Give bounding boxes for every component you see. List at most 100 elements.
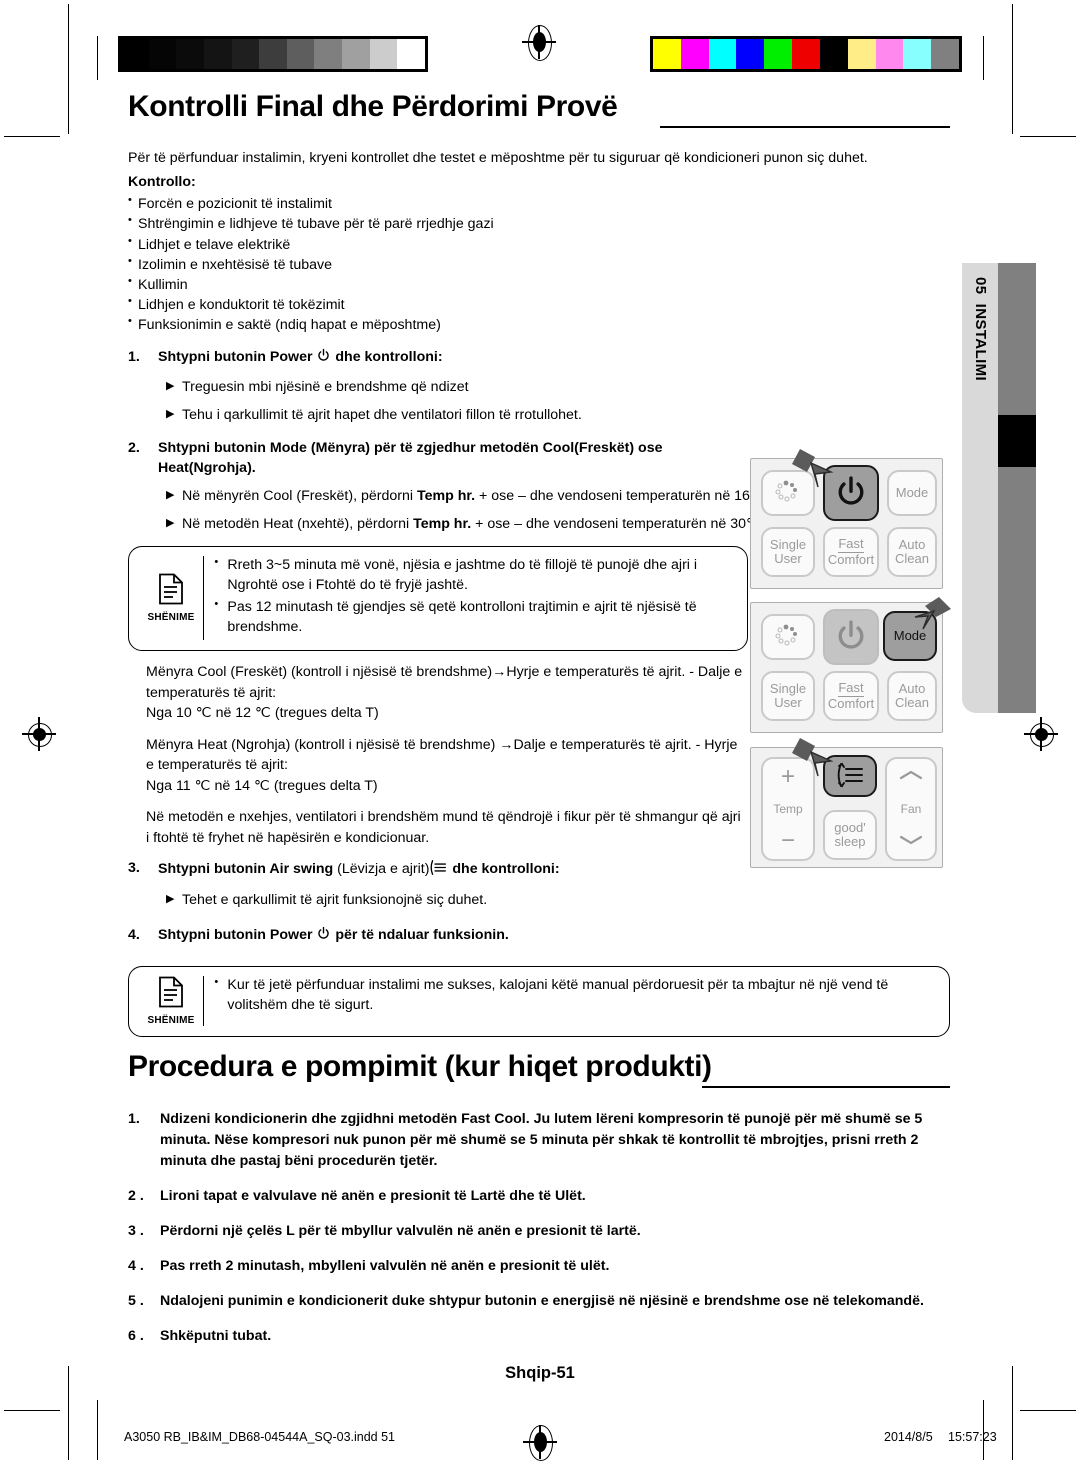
step-2-text-before: Shtypni butonin [158, 439, 270, 456]
note-box-1: SHËNIME Rreth 3~5 minuta më vonë, njësia… [128, 546, 748, 651]
step-3-bullet-1: ▶ Tehet e qarkullimit të ajrit funksiono… [128, 891, 918, 911]
step-2-bullet-1-c: + ose – dhe vendoseni temperaturën në 16… [475, 487, 774, 504]
good-sleep-label-line1: good' [834, 820, 866, 836]
fast-comfort-label-line1: Fast [838, 680, 864, 697]
checklist-item: Izolimin e nxehtësisë të tubave [128, 254, 918, 275]
crop-mark-footer-left-outer [68, 1366, 69, 1460]
step-2-bullet-1-text: Në mënyrën Cool (Freskët), përdorni Temp… [182, 487, 846, 507]
note-document-icon [158, 573, 184, 610]
procedure-step-text: Ndalojeni punimin e kondicionerit duke s… [160, 1293, 924, 1310]
crop-mark-footer-left-inner [97, 1400, 98, 1460]
heading-rule [660, 125, 950, 128]
checklist: Forcën e pozicionit të instalimitShtrëng… [128, 193, 918, 335]
step-2-bullet-1: ▶ Në mënyrën Cool (Freskët), përdorni Te… [128, 487, 846, 507]
triangle-bullet-icon: ▶ [166, 380, 175, 393]
single-user-label-line2: User [774, 695, 802, 710]
step-4-bold-word: Power [269, 927, 313, 944]
mode-button[interactable]: Mode [887, 470, 937, 516]
print-calibration-header [0, 0, 1080, 137]
auto-clean-button[interactable]: Auto Clean [887, 671, 937, 721]
checklist-item: Forcën e pozicionit të instalimit [128, 193, 918, 214]
procedure-step-number: 4 . [128, 1258, 144, 1275]
step-1-text-after: dhe kontrolloni: [331, 349, 443, 366]
note-label: SHËNIME [147, 1015, 195, 1027]
section1-check-heading: Kontrollo: [128, 173, 196, 190]
procedure-step-text: Pas rreth 2 minutash, mbylleni valvulën … [160, 1258, 610, 1275]
pointer-cursor-icon [901, 595, 951, 635]
step-2-bullet-2-c: + ose – dhe vendoseni temperaturën në 30… [471, 515, 766, 532]
step-1-number: 1. [128, 349, 140, 366]
color-swatch-1 [680, 39, 709, 69]
panel-air-swing: + Temp − good' sleep Fan [750, 738, 943, 868]
color-swatch-10 [931, 39, 959, 69]
air-swing-icon [429, 859, 448, 883]
procedure-step-text: Ndizeni kondicionerin dhe zgjidhni metod… [160, 1111, 923, 1170]
single-user-label-line2: User [774, 551, 802, 566]
print-footer: A3050 RB_IB&IM_DB68-04544A_SQ-03.indd 51… [0, 1366, 1080, 1476]
checklist-item: Funksionimin e saktë (ndiq hapat e mëpos… [128, 314, 918, 335]
fast-comfort-label-line2: Comfort [827, 552, 875, 567]
step-1-text: Shtypni butonin Power dhe kontrolloni: [158, 348, 918, 370]
registration-target-icon-top [515, 18, 563, 66]
panel-power: Mode Single User Fast Comfort Auto Clean [750, 449, 943, 589]
note-document-icon [158, 976, 184, 1013]
note-box-2: SHËNIME Kur të jetë përfunduar instalimi… [128, 966, 950, 1038]
fast-comfort-button[interactable]: Fast Comfort [823, 527, 879, 577]
step-3-bold-word: Air swing [269, 860, 334, 877]
note-icon-column: SHËNIME [139, 976, 203, 1026]
step-3-number: 3. [128, 859, 140, 876]
grayscale-swatch-8 [342, 39, 370, 69]
note-icon-column: SHËNIME [139, 556, 203, 640]
color-calibration-strip [650, 36, 962, 72]
fan-stepper[interactable]: Fan [885, 757, 937, 861]
power-icon [316, 926, 331, 948]
auto-clean-button[interactable]: Auto Clean [887, 527, 937, 577]
registration-target-icon-footer [520, 1422, 560, 1462]
grayscale-swatch-1 [148, 39, 177, 69]
power-icon [834, 619, 868, 656]
checklist-item: Lidhjet e telave elektrikë [128, 233, 918, 255]
auto-clean-label-line2: Clean [895, 551, 929, 566]
note-divider [203, 556, 205, 640]
grayscale-swatch-4 [231, 39, 260, 69]
note-2-item-1: Kur të jetë përfunduar instalimi me suks… [214, 975, 935, 1016]
note-1-item-1: Rreth 3~5 minuta më vonë, njësia e jasht… [214, 555, 733, 596]
step-4-text-after: për të ndaluar funksionin. [331, 927, 509, 944]
grayscale-swatch-3 [203, 39, 232, 69]
crop-mark-footer-left-horizontal [4, 1410, 60, 1411]
pumpdown-procedure-list: 1. Ndizeni kondicionerin dhe zgjidhni met… [128, 1095, 950, 1347]
procedure-step-number: 6 . [128, 1328, 144, 1345]
power-button[interactable] [823, 609, 879, 665]
footer-filename: A3050 RB_IB&IM_DB68-04544A_SQ-03.indd 51 [124, 1430, 396, 1444]
step-4-text-before: Shtypni butonin [158, 927, 270, 944]
procedure-step-number: 3 . [128, 1223, 144, 1240]
triangle-bullet-icon: ▶ [166, 488, 175, 501]
single-user-button[interactable]: Single User [761, 527, 815, 577]
color-swatch-3 [736, 39, 765, 69]
procedure-step: 5 . Ndalojeni punimin e kondicionerit duk… [128, 1291, 950, 1312]
color-swatch-9 [903, 39, 932, 69]
step-1-bullet-2: ▶ Tehu i qarkullimit të ajrit hapet dhe … [128, 406, 918, 426]
procedure-step: 6 . Shkëputni tubat. [128, 1326, 950, 1347]
procedure-step-text: Shkëputni tubat. [160, 1328, 272, 1345]
grayscale-swatch-5 [259, 39, 287, 69]
color-swatch-0 [653, 39, 681, 69]
step-2-bullet-2-a: Në metodën Heat (nxehtë), përdorni [182, 515, 414, 532]
good-sleep-button[interactable]: good' sleep [823, 810, 877, 860]
color-swatch-7 [847, 39, 876, 69]
crop-mark-inner-right [983, 36, 984, 80]
step-1-bullet-2-text: Tehu i qarkullimit të ajrit hapet dhe ve… [182, 407, 582, 424]
procedure-step: 3 . Përdorni një çelës L për të mbyllur v… [128, 1221, 950, 1242]
note-body-2: Kur të jetë përfunduar instalimi me suks… [214, 975, 935, 1026]
step-3-bullet-1-text: Tehet e qarkullimit të ajrit funksionojn… [182, 891, 488, 908]
single-user-button[interactable]: Single User [761, 671, 815, 721]
single-user-mode-icon-button[interactable] [761, 614, 815, 660]
color-swatch-2 [708, 39, 737, 69]
step-1-bold-word: Power [269, 349, 313, 366]
step-3-text-after: dhe kontrolloni: [448, 860, 560, 877]
step-2-bullet-1-b: Temp hr. [416, 487, 476, 504]
procedure-step: 2 . Lironi tapat e valvulave në anën e pr… [128, 1186, 950, 1207]
triangle-bullet-icon: ▶ [166, 408, 175, 421]
triangle-bullet-icon: ▶ [166, 516, 175, 529]
fast-comfort-button[interactable]: Fast Comfort [823, 671, 879, 721]
